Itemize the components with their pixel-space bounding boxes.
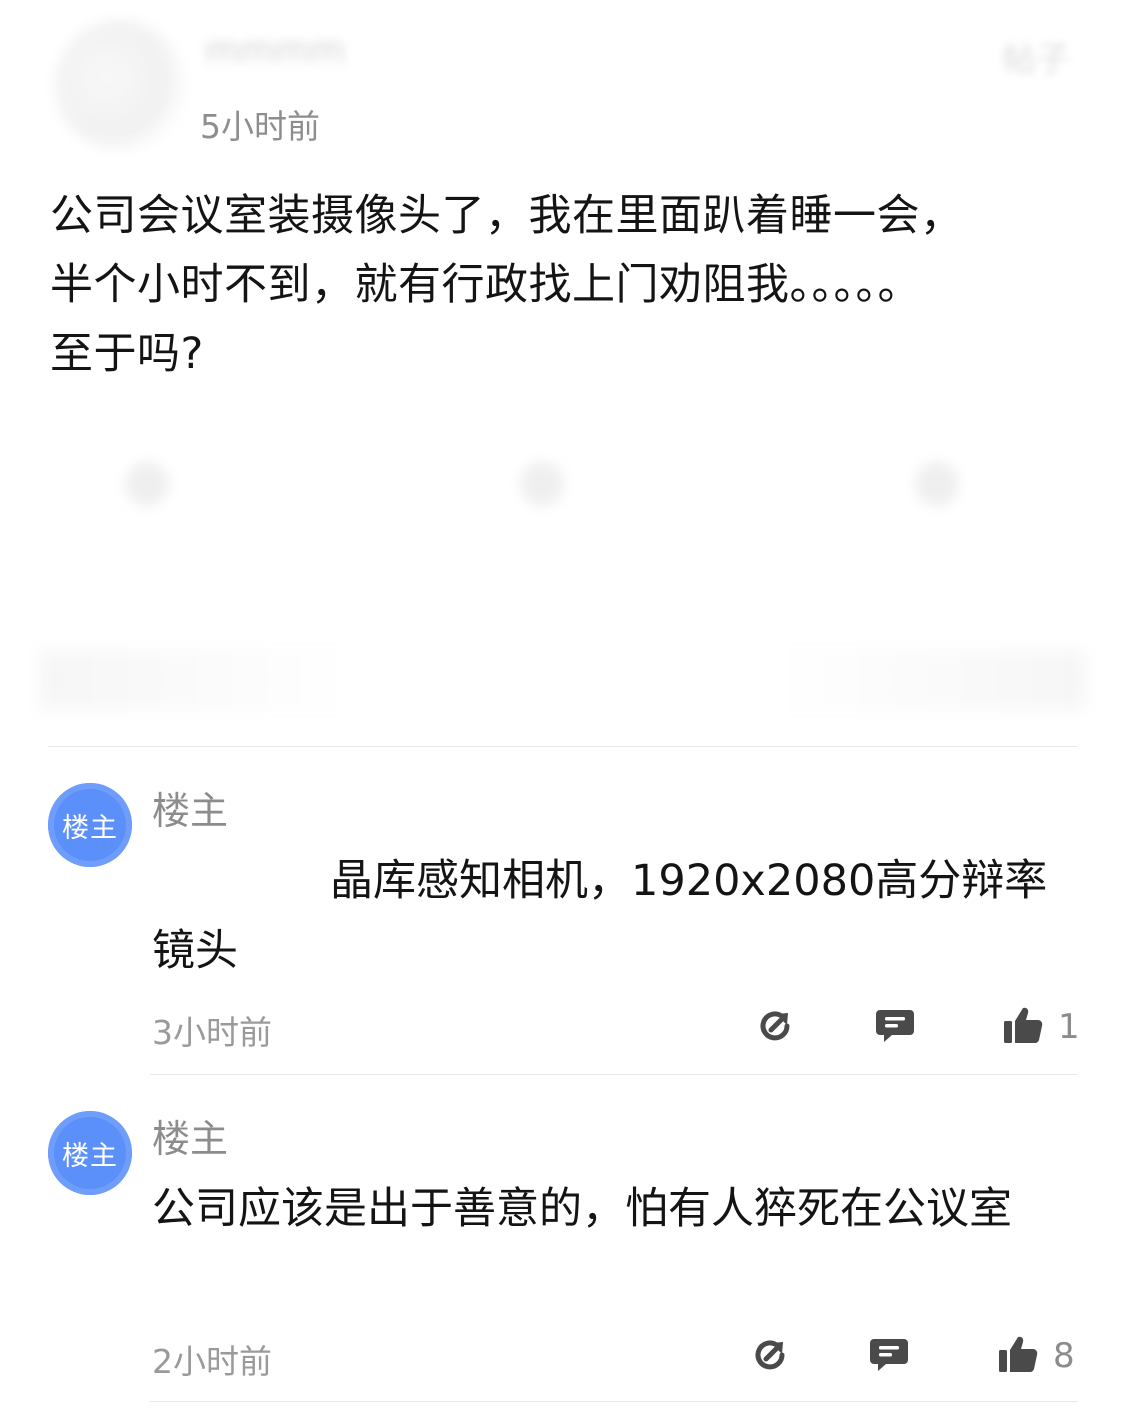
blurred-icon[interactable] [915,462,959,506]
divider [150,1401,1077,1402]
comment-timestamp: 2小时前 [152,1342,272,1381]
post-header: mmmm 帖子 5小时前 [0,0,1125,160]
divider [48,746,1077,747]
blurred-icon[interactable] [125,462,169,506]
avatar-label: 楼主 [62,812,118,844]
redaction [152,861,330,906]
share-icon[interactable] [754,1005,796,1047]
comment-author[interactable]: 楼主 [152,1108,228,1163]
avatar[interactable]: 楼主 [48,1111,132,1195]
reply-icon[interactable] [874,1005,916,1047]
view-post-link[interactable]: 帖子 [1002,32,1070,81]
post-timestamp: 5小时前 [200,107,320,146]
comment-text: 公司应该是出于善意的，怕有人猝死在公议室 [152,1184,1012,1234]
comment-text: 晶库感知相机，1920x2080高分辩率镜头 [152,846,1072,986]
op-avatar[interactable] [55,20,185,150]
like-count: 8 [1053,1336,1075,1376]
avatar-label: 楼主 [62,1140,118,1172]
thumbs-up-icon[interactable] [1002,1004,1044,1046]
post-action-bar [0,440,1125,530]
blurred-icon[interactable] [520,462,564,506]
op-username[interactable]: mmmm [205,30,345,71]
divider [150,1074,1077,1075]
reply-icon[interactable] [868,1334,910,1376]
share-icon[interactable] [749,1334,791,1376]
comment-timestamp: 3小时前 [152,1013,272,1052]
thumbs-up-icon[interactable] [997,1333,1039,1375]
avatar[interactable]: 楼主 [48,783,132,867]
blurred-bar [40,650,1085,710]
post-content: 公司会议室装摄像头了，我在里面趴着睡一会， 半个小时不到，就有行政找上门劝阻我。… [50,191,964,379]
comment-author[interactable]: 楼主 [152,780,228,835]
like-count: 1 [1058,1007,1080,1047]
